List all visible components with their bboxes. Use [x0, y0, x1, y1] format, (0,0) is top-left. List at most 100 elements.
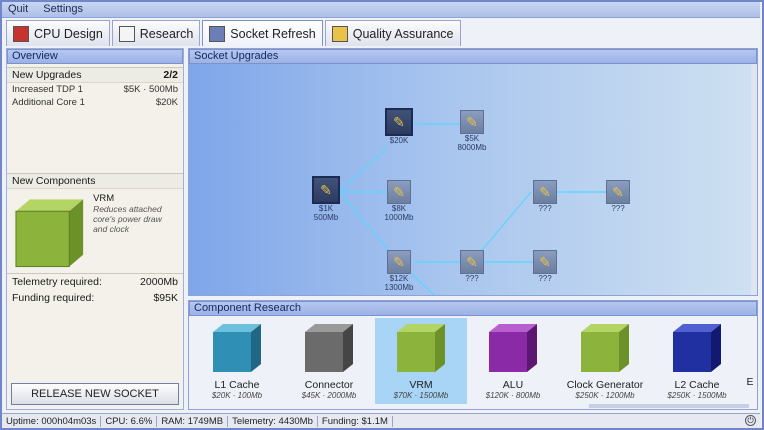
component-price: $70K · 1500Mb	[393, 391, 449, 400]
component-price: $250K · 1500Mb	[667, 391, 727, 400]
status-ram: RAM: 1749MB	[157, 415, 229, 427]
component-name: L1 Cache	[214, 379, 260, 391]
node-cost: $20K	[389, 136, 409, 145]
tab-socket-refresh[interactable]: Socket Refresh	[202, 20, 323, 46]
tab-quality-assurance[interactable]: Quality Assurance	[324, 20, 461, 46]
cube-icon	[397, 324, 445, 372]
release-socket-button[interactable]: RELEASE NEW SOCKET	[11, 383, 179, 405]
node-telemetry: 500Mb	[313, 213, 339, 222]
funding-required: Funding required: $95K	[7, 290, 183, 306]
upgrade-cost: $20K	[155, 97, 178, 108]
menu-settings[interactable]: Settings	[37, 2, 89, 16]
cpu-icon	[13, 25, 29, 42]
overview-title: Overview	[7, 49, 183, 64]
cube-icon	[581, 324, 629, 372]
upgrade-node[interactable]: ✎ ???	[598, 180, 638, 213]
funding-value: $95K	[153, 292, 178, 304]
upgrade-node-icon: ✎	[606, 180, 630, 204]
upgrade-node[interactable]: ✎ ???	[525, 250, 565, 283]
horizontal-scrollbar[interactable]	[589, 404, 749, 408]
cube-icon	[213, 324, 261, 372]
component-research-title: Component Research	[189, 301, 757, 316]
status-telemetry: Telemetry: 4430Mb	[228, 415, 318, 427]
component-card-alu[interactable]: ALU $120K · 800Mb	[467, 318, 559, 404]
tab-label: Socket Refresh	[230, 26, 316, 41]
cube-icon	[673, 324, 721, 372]
power-icon[interactable]: ⏻	[745, 415, 756, 426]
tab-research[interactable]: Research	[111, 20, 201, 46]
cube-icon	[305, 324, 353, 372]
component-price: $20K · 100Mb	[211, 391, 263, 400]
upgrade-row: Increased TDP 1 $5K · 500Mb	[7, 83, 183, 96]
new-components-label: New Components	[12, 175, 96, 187]
upgrade-node-icon: ✎	[312, 176, 340, 204]
component-price: $120K · 800Mb	[485, 391, 541, 400]
telemetry-label: Telemetry required:	[12, 276, 102, 288]
tab-label: CPU Design	[34, 26, 103, 41]
node-cost: ???	[611, 204, 625, 213]
upgrade-node-icon: ✎	[387, 250, 411, 274]
telemetry-value: 2000Mb	[140, 276, 178, 288]
component-name: Connector	[304, 379, 354, 391]
upgrade-node-icon: ✎	[460, 250, 484, 274]
upgrade-node[interactable]: ✎ $1K 500Mb	[306, 176, 346, 222]
tab-label: Quality Assurance	[352, 26, 454, 41]
upgrade-node-icon: ✎	[533, 180, 557, 204]
clipboard-icon	[118, 25, 135, 42]
component-desc: Reduces attached core's power draw and c…	[93, 204, 162, 234]
component-name: ALU	[502, 379, 524, 391]
new-components-header: New Components	[7, 173, 183, 189]
new-upgrades-header: New Upgrades 2/2	[7, 67, 183, 83]
component-list: L1 Cache $20K · 100Mb Connector $45K · 2…	[189, 316, 757, 409]
vertical-scrollbar[interactable]	[751, 64, 757, 295]
new-component: VRM Reduces attached core's power draw a…	[7, 189, 183, 271]
component-name: Clock Generator	[566, 379, 644, 391]
tab-cpu-design[interactable]: CPU Design	[6, 20, 110, 46]
menu-bar: Quit Settings	[2, 2, 760, 18]
node-cost: $5K	[464, 134, 480, 143]
node-cost: ???	[538, 204, 552, 213]
status-bar: Uptime: 000h04m03s CPU: 6.6% RAM: 1749MB…	[2, 413, 760, 428]
node-cost: ???	[538, 274, 552, 283]
telemetry-required: Telemetry required: 2000Mb	[7, 274, 183, 290]
upgrade-node[interactable]: ✎ $20K	[379, 108, 419, 145]
component-card-partial[interactable]: E	[743, 318, 757, 404]
tab-label: Research	[139, 26, 194, 41]
upgrade-node[interactable]: ✎ ???	[525, 180, 565, 213]
component-name: E	[746, 376, 754, 388]
status-uptime: Uptime: 000h04m03s	[2, 415, 102, 427]
status-funding: Funding: $1.1M	[318, 415, 393, 427]
component-card-clock-generator[interactable]: Clock Generator $250K · 1200Mb	[559, 318, 651, 404]
upgrade-cost: $5K · 500Mb	[123, 84, 178, 95]
menu-quit[interactable]: Quit	[2, 2, 34, 16]
upgrade-node[interactable]: ✎ $8K 1000Mb	[379, 180, 419, 222]
upgrade-node[interactable]: ✎ $12K 1300Mb	[379, 250, 419, 292]
node-cost: $1K	[318, 204, 334, 213]
upgrade-row: Additional Core 1 $20K	[7, 96, 183, 109]
node-cost: $12K	[389, 274, 409, 283]
upgrade-tree: ✎ $1K 500Mb ✎ $20K ✎ $5K 8000Mb ✎ $8K 10…	[189, 64, 757, 295]
node-cost: ???	[465, 274, 479, 283]
component-card-l2-cache[interactable]: L2 Cache $250K · 1500Mb	[651, 318, 743, 404]
upgrade-node[interactable]: ✎ $5K 8000Mb	[452, 110, 492, 152]
node-telemetry: 1300Mb	[384, 283, 414, 292]
upgrade-node[interactable]: ✎ ???	[452, 250, 492, 283]
upgrade-node-icon: ✎	[387, 180, 411, 204]
socket-icon	[209, 25, 226, 42]
component-price: $45K · 2000Mb	[301, 391, 357, 400]
main-tabs: CPU Design Research Socket Refresh Quali…	[6, 20, 461, 46]
new-upgrades-count: 2/2	[163, 69, 178, 81]
component-card-l1-cache[interactable]: L1 Cache $20K · 100Mb	[191, 318, 283, 404]
upgrade-name: Increased TDP 1	[12, 84, 83, 95]
component-research-panel: Component Research L1 Cache $20K · 100Mb…	[188, 300, 758, 410]
component-card-vrm[interactable]: VRM $70K · 1500Mb	[375, 318, 467, 404]
socket-upgrades-panel: Socket Upgrades ✎ $1K 500Mb ✎ $20K ✎ $5K…	[188, 48, 758, 296]
upgrade-node-icon: ✎	[385, 108, 413, 136]
new-upgrades-label: New Upgrades	[12, 69, 82, 81]
funding-label: Funding required:	[12, 292, 95, 304]
component-card-connector[interactable]: Connector $45K · 2000Mb	[283, 318, 375, 404]
upgrade-node-icon: ✎	[533, 250, 557, 274]
component-name: L2 Cache	[674, 379, 720, 391]
cube-icon	[489, 324, 537, 372]
node-telemetry: 1000Mb	[384, 213, 414, 222]
